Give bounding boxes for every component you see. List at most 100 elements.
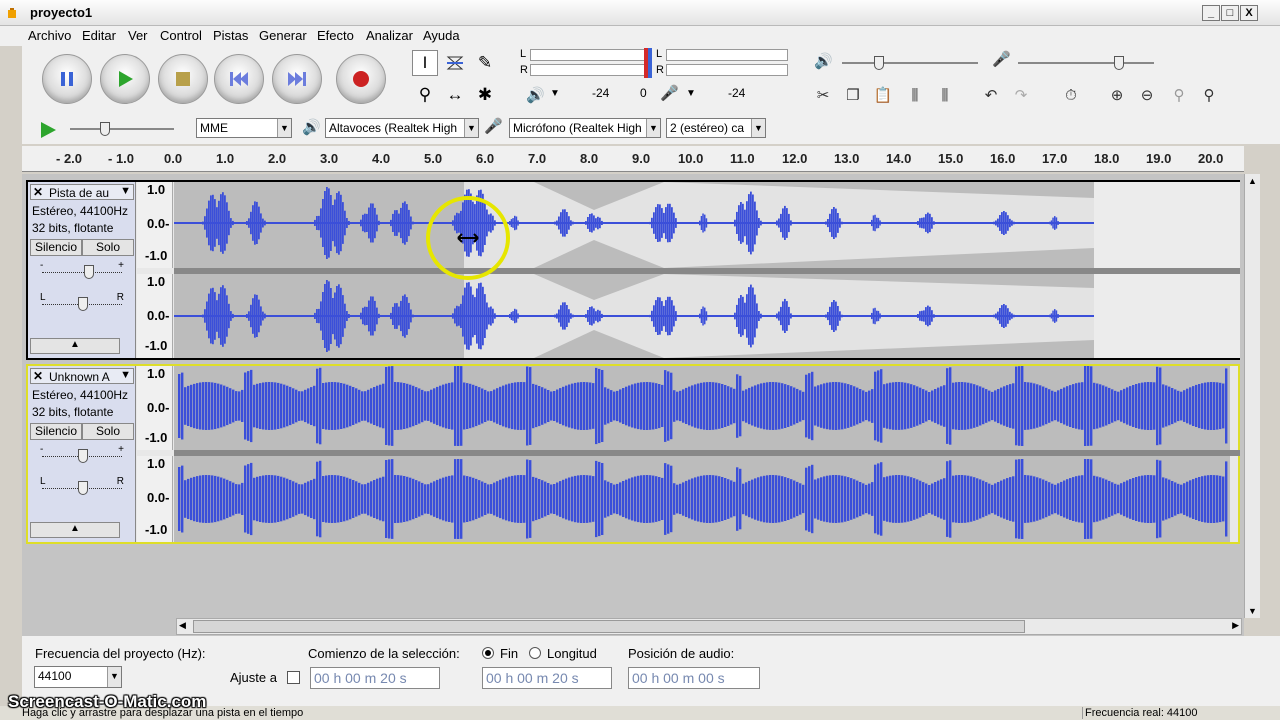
pan-thumb[interactable]	[78, 481, 88, 495]
scroll-up-icon[interactable]: ▲	[1248, 176, 1257, 186]
output-volume-thumb[interactable]	[874, 56, 884, 70]
selection-start-time[interactable]: 00 h 00 m 20 s	[310, 667, 440, 689]
track2-waveform[interactable]	[174, 366, 1240, 542]
skip-end-button[interactable]	[272, 54, 322, 104]
end-radio[interactable]	[482, 647, 494, 659]
gain-thumb[interactable]	[78, 449, 88, 463]
timeline-ruler[interactable]: - 2.0 - 1.0 0.0 1.0 2.0 3.0 4.0 5.0 6.0 …	[22, 146, 1244, 172]
ruler-tick: 10.0	[678, 151, 704, 166]
pan-slider[interactable]: L R	[38, 292, 126, 314]
project-rate-select[interactable]: 44100 ▼	[34, 666, 122, 688]
close-button[interactable]: X	[1240, 5, 1258, 21]
draw-tool[interactable]: ✎	[472, 50, 498, 76]
input-volume-slider[interactable]	[1018, 62, 1154, 64]
envelope-tool[interactable]	[442, 50, 468, 76]
solo-button[interactable]: Solo	[82, 423, 134, 440]
trim-button[interactable]: ⫼	[902, 82, 928, 108]
window-title: proyecto1	[30, 5, 93, 20]
minimize-button[interactable]: _	[1202, 5, 1220, 21]
menu-archivo[interactable]: Archivo	[28, 28, 71, 43]
channels-select[interactable]: 2 (estéreo) ca ▼	[666, 118, 766, 138]
track1-waveform[interactable]	[174, 182, 1240, 358]
zoom-tool[interactable]: ⚲	[412, 82, 438, 108]
menu-generar[interactable]: Generar	[259, 28, 307, 43]
device-toolbar: MME ▼ 🔊 Altavoces (Realtek High ▼ 🎤 Micróf…	[22, 116, 1280, 144]
play-meter-left[interactable]	[530, 49, 652, 61]
track-name-menu[interactable]: ✕ Unknown A ▼	[30, 368, 134, 384]
snap-to-checkbox[interactable]	[287, 671, 300, 684]
gain-slider[interactable]: - +	[38, 260, 126, 282]
output-device-select[interactable]: Altavoces (Realtek High ▼	[325, 118, 479, 138]
play-speed-thumb[interactable]	[100, 122, 110, 136]
rec-meter-left[interactable]	[666, 49, 788, 61]
menu-ayuda[interactable]: Ayuda	[423, 28, 460, 43]
close-icon[interactable]: ✕	[33, 185, 43, 199]
menu-control[interactable]: Control	[160, 28, 202, 43]
play-speed-slider[interactable]	[70, 128, 174, 130]
maximize-button[interactable]: □	[1221, 5, 1239, 21]
undo-button[interactable]: ↶	[978, 82, 1004, 108]
audio-position-time[interactable]: 00 h 00 m 00 s	[628, 667, 760, 689]
silence-button[interactable]: ⫼	[932, 82, 958, 108]
mic-meter-icon[interactable]: 🎤	[660, 84, 679, 102]
ruler-tick: - 1.0	[108, 151, 135, 166]
speaker-icon: 🔊	[302, 119, 321, 136]
mute-button[interactable]: Silencio	[30, 423, 82, 440]
scroll-left-icon[interactable]: ◀	[179, 620, 186, 631]
audio-track-2[interactable]: ✕ Unknown A ▼ Estéreo, 44100Hz 32 bits, …	[26, 364, 1240, 544]
gain-thumb[interactable]	[84, 265, 94, 279]
zoom-in-button[interactable]: ⊕	[1104, 82, 1130, 108]
length-radio[interactable]	[529, 647, 541, 659]
solo-button[interactable]: Solo	[82, 239, 134, 256]
multi-tool[interactable]: ✱	[472, 82, 498, 108]
output-volume-slider[interactable]	[842, 62, 978, 64]
rec-meter-right[interactable]	[666, 64, 788, 76]
collapse-button[interactable]: ▲	[30, 338, 120, 354]
copy-button[interactable]: ❐	[840, 82, 866, 108]
input-volume-thumb[interactable]	[1114, 56, 1124, 70]
redo-button[interactable]: ↷	[1008, 82, 1034, 108]
input-device-select[interactable]: Micrófono (Realtek High ▼	[509, 118, 661, 138]
host-select[interactable]: MME ▼	[196, 118, 292, 138]
gain-slider[interactable]: - +	[38, 444, 126, 466]
vertical-scrollbar[interactable]: ▲ ▼	[1244, 174, 1260, 618]
fit-selection-button[interactable]: ⚲	[1166, 82, 1192, 108]
stop-button[interactable]	[158, 54, 208, 104]
paste-button[interactable]: 📋	[870, 82, 896, 108]
menu-analizar[interactable]: Analizar	[366, 28, 413, 43]
menu-efecto[interactable]: Efecto	[317, 28, 354, 43]
play-meter-dropdown[interactable]: ▼	[550, 88, 560, 99]
menu-ver[interactable]: Ver	[128, 28, 148, 43]
chevron-up-icon: ▲	[70, 523, 80, 534]
speaker-meter-icon[interactable]: 🔊	[526, 86, 545, 104]
scroll-thumb[interactable]	[193, 620, 1025, 633]
close-icon[interactable]: ✕	[33, 369, 43, 383]
gain-plus-label: +	[118, 260, 124, 271]
play-button[interactable]	[100, 54, 150, 104]
horizontal-scrollbar[interactable]: ◀ ▶	[176, 618, 1242, 635]
audio-track-1[interactable]: ✕ Pista de au ▼ Estéreo, 44100Hz 32 bits…	[26, 180, 1240, 360]
record-button[interactable]	[336, 54, 386, 104]
play-meter-right[interactable]	[530, 64, 652, 76]
selection-end-time[interactable]: 00 h 00 m 20 s	[482, 667, 612, 689]
pan-slider[interactable]: L R	[38, 476, 126, 498]
pan-thumb[interactable]	[78, 297, 88, 311]
skip-start-button[interactable]	[214, 54, 264, 104]
mute-solo-row: Silencio Solo	[30, 239, 134, 256]
mute-button[interactable]: Silencio	[30, 239, 82, 256]
menu-pistas[interactable]: Pistas	[213, 28, 248, 43]
sync-lock-button[interactable]: ⏱	[1058, 82, 1084, 108]
pause-button[interactable]	[42, 54, 92, 104]
scroll-down-icon[interactable]: ▼	[1248, 606, 1257, 616]
fit-project-button[interactable]: ⚲	[1196, 82, 1222, 108]
collapse-button[interactable]: ▲	[30, 522, 120, 538]
cut-button[interactable]: ✂	[810, 82, 836, 108]
track-name-menu[interactable]: ✕ Pista de au ▼	[30, 184, 134, 200]
menu-editar[interactable]: Editar	[82, 28, 116, 43]
scroll-right-icon[interactable]: ▶	[1232, 620, 1239, 631]
selection-tool[interactable]: I	[412, 50, 438, 76]
rec-meter-dropdown[interactable]: ▼	[686, 88, 696, 99]
zoom-out-button[interactable]: ⊖	[1134, 82, 1160, 108]
timeshift-tool[interactable]: ↔	[442, 82, 468, 108]
play-at-speed-icon[interactable]	[38, 120, 58, 140]
